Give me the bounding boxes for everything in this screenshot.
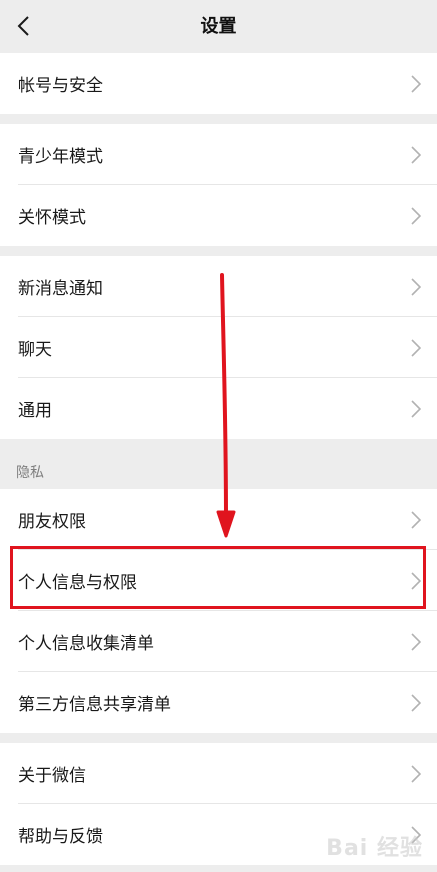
nav-bar: 设置 — [0, 0, 437, 53]
settings-item-label: 帮助与反馈 — [18, 827, 103, 847]
settings-item-third-party-sharing[interactable]: 第三方信息共享清单 — [0, 672, 437, 733]
settings-item-label: 第三方信息共享清单 — [18, 695, 171, 715]
settings-item-personal-info-collection[interactable]: 个人信息收集清单 — [0, 611, 437, 672]
settings-item-label: 通用 — [18, 401, 52, 421]
chevron-right-icon — [411, 145, 421, 164]
settings-item-general[interactable]: 通用 — [0, 378, 437, 439]
settings-item-label: 朋友权限 — [18, 512, 86, 532]
chevron-right-icon — [411, 693, 421, 712]
settings-group-account: 帐号与安全 — [0, 53, 437, 114]
settings-item-chat[interactable]: 聊天 — [0, 317, 437, 378]
settings-item-label: 关于微信 — [18, 766, 86, 786]
annotation-highlight-box — [10, 546, 426, 609]
settings-item-teen-mode[interactable]: 青少年模式 — [0, 124, 437, 185]
baidu-jingyan-watermark: Bai 经验 — [326, 836, 423, 861]
settings-item-label: 关怀模式 — [18, 208, 86, 228]
settings-group-privacy: 朋友权限 个人信息与权限 个人信息收集清单 第三方信息共享清单 — [0, 489, 437, 733]
chevron-right-icon — [411, 338, 421, 357]
section-label-privacy: 隐私 — [16, 465, 44, 481]
settings-item-account-security[interactable]: 帐号与安全 — [0, 53, 437, 114]
chevron-right-icon — [411, 632, 421, 651]
chevron-right-icon — [411, 764, 421, 783]
settings-item-label: 新消息通知 — [18, 279, 103, 299]
chevron-right-icon — [411, 399, 421, 418]
settings-group-modes: 青少年模式 关怀模式 — [0, 124, 437, 246]
settings-group-general: 新消息通知 聊天 通用 — [0, 256, 437, 439]
settings-item-about-wechat[interactable]: 关于微信 — [0, 743, 437, 804]
settings-item-notifications[interactable]: 新消息通知 — [0, 256, 437, 317]
page-title: 设置 — [200, 16, 237, 37]
settings-item-label: 青少年模式 — [18, 147, 103, 167]
settings-item-label: 个人信息收集清单 — [18, 634, 154, 654]
chevron-right-icon — [411, 277, 421, 296]
settings-item-label: 聊天 — [18, 340, 52, 360]
chevron-right-icon — [411, 74, 421, 93]
settings-item-friend-permissions[interactable]: 朋友权限 — [0, 489, 437, 550]
settings-item-care-mode[interactable]: 关怀模式 — [0, 185, 437, 246]
chevron-right-icon — [411, 206, 421, 225]
chevron-right-icon — [411, 510, 421, 529]
settings-item-label: 帐号与安全 — [18, 76, 103, 96]
